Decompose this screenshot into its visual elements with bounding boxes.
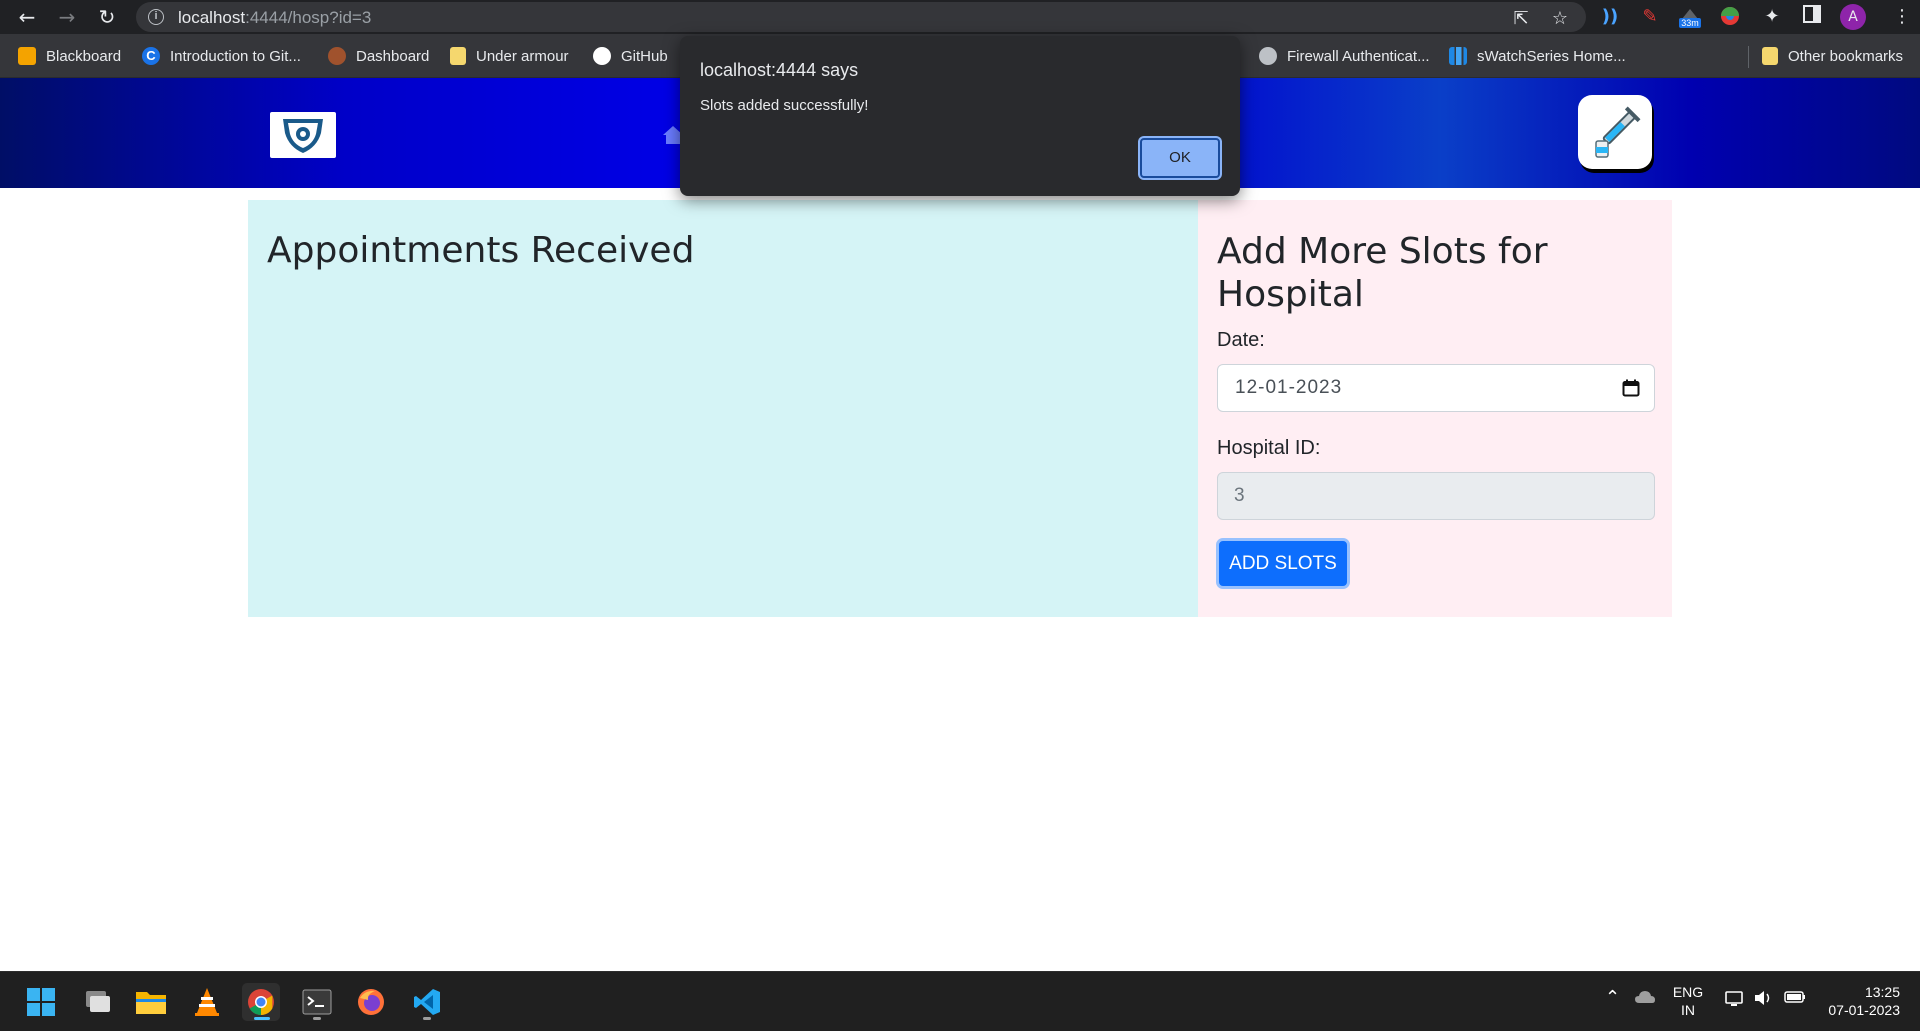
- site-info-icon[interactable]: i: [148, 9, 164, 25]
- vaccine-logo[interactable]: [1578, 95, 1652, 169]
- firefox-icon: [358, 989, 384, 1015]
- bookmark-dashboard[interactable]: Dashboard: [328, 44, 429, 68]
- bookmarks-divider: [1748, 46, 1749, 68]
- terminal-icon: [302, 989, 332, 1015]
- task-view-icon: [86, 991, 110, 1012]
- reload-icon[interactable]: ↻: [94, 4, 120, 30]
- hospital-id-field[interactable]: 3: [1217, 472, 1655, 520]
- bookmark-introduction-to-git[interactable]: C Introduction to Git...: [142, 44, 301, 68]
- bookmark-github[interactable]: GitHub: [593, 44, 668, 68]
- bookmark-blackboard[interactable]: Blackboard: [18, 44, 121, 68]
- clock-date: 07-01-2023: [1828, 1002, 1900, 1018]
- chrome-button[interactable]: [242, 983, 280, 1021]
- shield-virus-icon: [283, 119, 323, 153]
- start-button[interactable]: [22, 983, 60, 1021]
- volume-icon[interactable]: [1752, 989, 1774, 1011]
- windows-taskbar: ⌃ ENG IN 13:25 07-01-2023: [0, 971, 1920, 1031]
- url-text[interactable]: localhost:4444/hosp?id=3: [178, 8, 371, 28]
- date-value: 12-01-2023: [1235, 377, 1343, 398]
- dialog-title: localhost:4444 says: [700, 60, 859, 80]
- date-input[interactable]: 12-01-2023: [1217, 364, 1655, 412]
- bookmark-label: Other bookmarks: [1788, 47, 1904, 65]
- running-indicator: [313, 1017, 321, 1020]
- folder-icon: [450, 47, 466, 65]
- dashboard-icon: [328, 47, 346, 65]
- running-indicator: [423, 1017, 431, 1020]
- profile-avatar[interactable]: A: [1840, 4, 1866, 30]
- github-icon: [593, 47, 611, 65]
- chrome-icon: [248, 989, 274, 1016]
- clock[interactable]: 13:25 07-01-2023: [1820, 983, 1900, 1019]
- running-indicator: [254, 1017, 270, 1020]
- appointments-title: Appointments Received: [267, 230, 695, 271]
- bookmark-firewall-authentication[interactable]: Firewall Authenticat...: [1259, 44, 1430, 68]
- swatch-icon: [1449, 47, 1467, 65]
- menu-kebab-icon[interactable]: ⋮: [1890, 5, 1914, 29]
- forward-arrow-icon[interactable]: →: [54, 4, 80, 30]
- syringe-icon: [1595, 106, 1641, 158]
- add-slots-panel: Add More Slots for Hospital Date: 12-01-…: [1198, 200, 1672, 617]
- c-logo-icon: C: [142, 47, 160, 65]
- extension-timer-icon[interactable]: 33m: [1678, 5, 1702, 29]
- address-bar[interactable]: i localhost:4444/hosp?id=3 ⇱ ☆: [136, 2, 1586, 32]
- region-code: IN: [1681, 1002, 1695, 1018]
- calendar-icon[interactable]: [1622, 379, 1640, 397]
- share-icon[interactable]: ⇱: [1509, 7, 1533, 31]
- terminal-button[interactable]: [298, 983, 336, 1021]
- back-arrow-icon[interactable]: ←: [14, 4, 40, 30]
- extension-pen-icon[interactable]: ✎: [1638, 5, 1662, 29]
- bookmark-other-bookmarks[interactable]: Other bookmarks: [1762, 44, 1903, 68]
- blackboard-icon: [18, 47, 36, 65]
- dialog-message: Slots added successfully!: [700, 97, 869, 114]
- hospital-id-label: Hospital ID:: [1217, 437, 1321, 459]
- file-explorer-button[interactable]: [132, 983, 170, 1021]
- language-indicator[interactable]: ENG IN: [1672, 983, 1704, 1019]
- appointments-panel: Appointments Received: [248, 200, 1198, 617]
- windows-logo-icon: [27, 988, 55, 1016]
- bookmark-under-armour[interactable]: Under armour: [450, 44, 569, 68]
- vscode-icon: [414, 989, 440, 1015]
- add-slots-button[interactable]: ADD SLOTS: [1216, 538, 1350, 589]
- extension-wave-icon[interactable]: )): [1598, 5, 1622, 29]
- chevron-up-icon[interactable]: ⌃: [1605, 988, 1620, 1006]
- url-path: :4444/hosp?id=3: [245, 8, 372, 27]
- vlc-cone-icon: [195, 988, 219, 1016]
- browser-toolbar: ← → ↻ i localhost:4444/hosp?id=3 ⇱ ☆ )) …: [0, 0, 1920, 34]
- battery-icon[interactable]: [1783, 990, 1807, 1008]
- extensions-puzzle-icon[interactable]: ✦: [1760, 5, 1784, 29]
- add-slots-title: Add More Slots for Hospital: [1217, 231, 1548, 315]
- bookmark-label: Under armour: [476, 47, 569, 65]
- folder-icon: [136, 992, 166, 1014]
- extension-badge: 33m: [1681, 18, 1699, 28]
- bookmark-label: Blackboard: [46, 47, 122, 65]
- extension-color-icon[interactable]: [1718, 5, 1742, 29]
- side-panel-icon[interactable]: [1800, 5, 1824, 29]
- folder-icon: [1762, 47, 1778, 65]
- dialog-ok-button[interactable]: OK: [1140, 138, 1220, 178]
- bookmark-label: Introduction to Git...: [170, 47, 301, 65]
- bookmark-star-icon[interactable]: ☆: [1548, 7, 1572, 31]
- alert-dialog: localhost:4444 says Slots added successf…: [680, 36, 1240, 196]
- bookmark-label: Dashboard: [356, 47, 430, 65]
- task-view-button[interactable]: [78, 983, 116, 1021]
- bookmark-label: Firewall Authenticat...: [1287, 47, 1430, 65]
- url-host: localhost: [178, 8, 246, 27]
- firefox-button[interactable]: [352, 983, 390, 1021]
- date-label: Date:: [1217, 329, 1265, 351]
- bookmark-label: GitHub: [621, 47, 668, 65]
- clock-time: 13:25: [1864, 984, 1900, 1000]
- globe-icon: [1259, 47, 1277, 65]
- bookmark-swatchseries[interactable]: sWatchSeries Home...: [1449, 44, 1626, 68]
- language-code: ENG: [1672, 984, 1704, 1000]
- vlc-button[interactable]: [188, 983, 226, 1021]
- site-logo[interactable]: [270, 112, 336, 158]
- bookmark-label: sWatchSeries Home...: [1477, 47, 1626, 65]
- network-icon[interactable]: [1724, 990, 1746, 1012]
- vscode-button[interactable]: [408, 983, 446, 1021]
- onedrive-cloud-icon[interactable]: [1634, 990, 1656, 1008]
